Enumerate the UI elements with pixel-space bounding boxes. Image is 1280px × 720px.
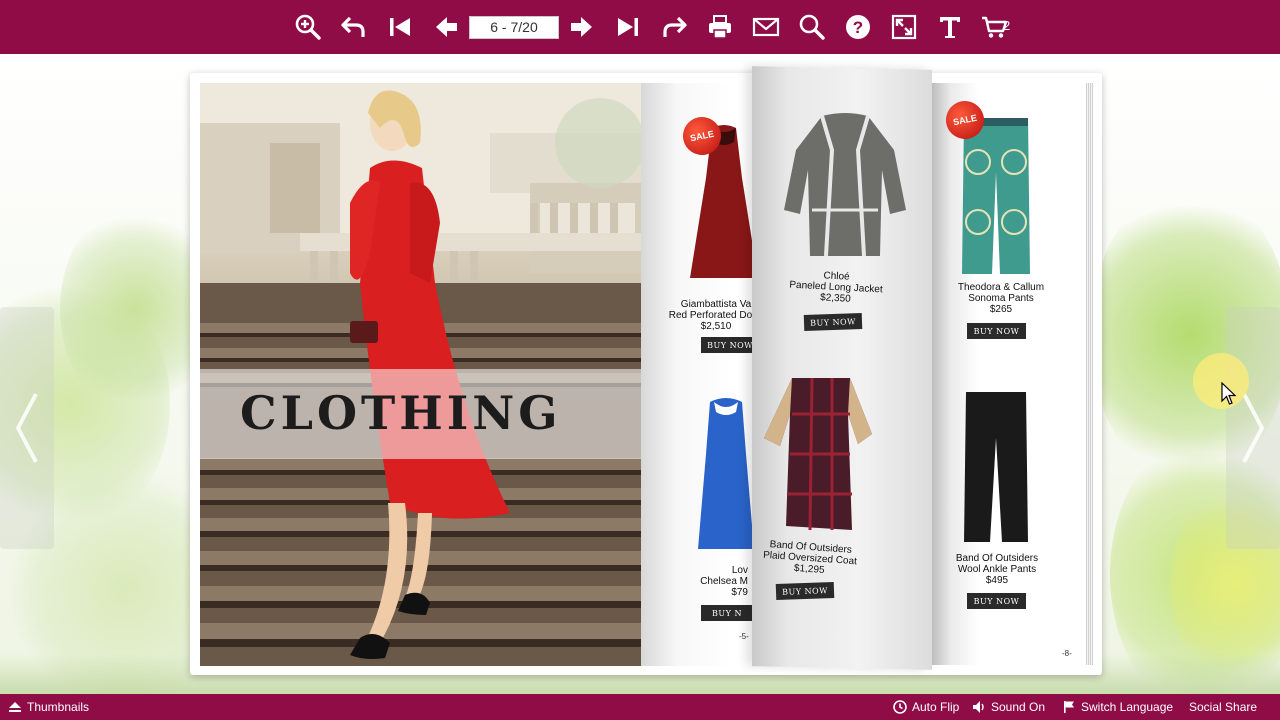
product-name: Sonoma Pants <box>968 293 1034 304</box>
product-image-grey-jacket <box>784 113 906 257</box>
page-number-input[interactable]: 6 - 7/20 <box>469 16 559 39</box>
page-heading: CLOTHING <box>240 386 562 440</box>
product-name: Wool Ankle Pants <box>957 564 1037 575</box>
top-toolbar: 6 - 7/20 ? 2 <box>0 0 1280 54</box>
social-share-label: Social Share <box>1189 700 1258 714</box>
clock-icon <box>893 700 907 714</box>
email-icon[interactable] <box>749 10 783 44</box>
product-brand: Giambattista Va <box>680 299 752 310</box>
product-brand: Theodora & Callum <box>957 282 1045 293</box>
product-image-blue-dress <box>698 398 754 549</box>
buy-now-button[interactable]: BUY NOW <box>967 323 1026 339</box>
zoom-in-icon[interactable] <box>291 10 325 44</box>
buy-now-button[interactable]: BUY NOW <box>967 593 1026 609</box>
speaker-icon <box>973 701 984 713</box>
print-icon[interactable] <box>703 10 737 44</box>
buy-now-button[interactable]: BUY NOW <box>701 337 759 353</box>
svg-text:?: ? <box>853 18 863 37</box>
text-icon[interactable] <box>933 10 967 44</box>
buy-now-button[interactable]: BUY NOW <box>803 312 863 332</box>
social-share-button[interactable]: Social Share <box>1189 694 1257 720</box>
next-page-icon[interactable] <box>565 10 599 44</box>
first-page-icon[interactable] <box>383 10 417 44</box>
mouse-cursor-icon <box>1221 382 1237 405</box>
buy-now-button[interactable]: BUY N <box>701 605 753 621</box>
prev-page-icon[interactable] <box>429 10 463 44</box>
flag-icon <box>1064 701 1074 713</box>
page-stack-edge <box>1086 83 1093 665</box>
product-title: Giambattista Va Red Perforated Dotte $2,… <box>666 299 766 332</box>
thumbnails-button[interactable]: Thumbnails <box>8 694 89 720</box>
last-page-icon[interactable] <box>611 10 645 44</box>
product-name: Chelsea M <box>700 576 748 587</box>
eject-icon <box>9 702 21 712</box>
buy-now-button[interactable]: BUY NOW <box>775 581 835 601</box>
left-page-photo: CLOTHING <box>200 83 641 666</box>
fullscreen-icon[interactable] <box>887 10 921 44</box>
page-number-mark: -8- <box>1062 649 1072 658</box>
product-image-plaid-coat <box>764 377 872 531</box>
page-number-mark: -5- <box>739 632 749 641</box>
switch-language-button[interactable]: Switch Language <box>1062 694 1173 720</box>
product-title: Band Of Outsiders Plaid Oversized Coat $… <box>759 539 861 579</box>
product-title: Theodora & Callum Sonoma Pants $265 <box>951 282 1051 315</box>
product-title: Band Of Outsiders Wool Ankle Pants $495 <box>947 553 1047 586</box>
tree-left-decoration-2 <box>60 204 210 414</box>
redo-icon[interactable] <box>657 10 691 44</box>
chevron-left-icon <box>15 393 38 463</box>
auto-flip-button[interactable]: Auto Flip <box>893 694 959 720</box>
sound-label: Sound On <box>991 700 1046 714</box>
product-price: $2,510 <box>700 321 732 332</box>
search-icon[interactable] <box>795 10 829 44</box>
auto-flip-label: Auto Flip <box>912 700 960 714</box>
product-title: Lov Chelsea M $79 <box>688 565 748 598</box>
product-brand: Band Of Outsiders <box>955 553 1039 564</box>
help-icon[interactable]: ? <box>841 10 875 44</box>
switch-language-label: Switch Language <box>1081 700 1174 714</box>
next-page-side-button[interactable] <box>1226 307 1280 549</box>
product-price: $265 <box>989 304 1013 315</box>
product-name: Red Perforated Dotte <box>668 310 764 321</box>
product-price: $79 <box>731 587 748 598</box>
product-image-black-pants <box>964 392 1028 542</box>
chevron-right-icon <box>1242 393 1265 463</box>
bottom-toolbar: Thumbnails Auto Flip Sound On Switch Lan… <box>0 694 1280 720</box>
sound-toggle[interactable]: Sound On <box>972 694 1045 720</box>
prev-page-side-button[interactable] <box>0 307 54 549</box>
product-title: Chloé Paneled Long Jacket $2,350 <box>785 268 887 306</box>
product-price: $495 <box>985 575 1009 586</box>
product-brand: Lov <box>731 565 748 576</box>
cart-count-badge: 2 <box>1003 18 1011 33</box>
thumbnails-label: Thumbnails <box>27 700 90 714</box>
undo-icon[interactable] <box>337 10 371 44</box>
